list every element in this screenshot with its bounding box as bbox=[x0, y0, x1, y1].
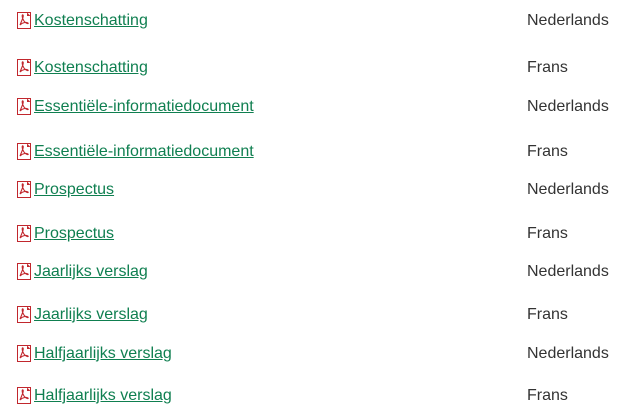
document-language: Nederlands bbox=[527, 98, 609, 115]
document-link-wrap: Kostenschatting bbox=[0, 8, 148, 34]
document-language: Nederlands bbox=[527, 181, 609, 198]
document-row: Essentiële-informatiedocument Nederlands bbox=[0, 94, 638, 120]
pdf-icon[interactable] bbox=[17, 306, 33, 324]
document-row: Prospectus Nederlands bbox=[0, 177, 638, 203]
document-link-wrap: Prospectus bbox=[0, 177, 114, 203]
document-link[interactable]: Essentiële-informatiedocument bbox=[34, 94, 254, 120]
document-row: Halfjaarlijks verslag Nederlands bbox=[0, 341, 638, 367]
pdf-icon[interactable] bbox=[17, 263, 33, 281]
document-link[interactable]: Prospectus bbox=[34, 221, 114, 247]
document-language: Frans bbox=[527, 143, 568, 160]
document-link[interactable]: Jaarlijks verslag bbox=[34, 259, 148, 285]
document-list: Kostenschatting Nederlands Kostenschatti… bbox=[0, 0, 638, 409]
pdf-icon[interactable] bbox=[17, 345, 33, 363]
document-link-wrap: Halfjaarlijks verslag bbox=[0, 341, 172, 367]
document-language: Frans bbox=[527, 59, 568, 76]
document-link-wrap: Jaarlijks verslag bbox=[0, 302, 148, 328]
document-link[interactable]: Halfjaarlijks verslag bbox=[34, 341, 172, 367]
document-row: Halfjaarlijks verslag Frans bbox=[0, 383, 638, 409]
pdf-icon[interactable] bbox=[17, 387, 33, 405]
document-link[interactable]: Kostenschatting bbox=[34, 55, 148, 81]
document-row: Kostenschatting Nederlands bbox=[0, 8, 638, 34]
pdf-icon[interactable] bbox=[17, 225, 33, 243]
document-link-wrap: Halfjaarlijks verslag bbox=[0, 383, 172, 409]
document-link-wrap: Kostenschatting bbox=[0, 55, 148, 81]
document-row: Prospectus Frans bbox=[0, 221, 638, 247]
pdf-icon[interactable] bbox=[17, 12, 33, 30]
document-language: Nederlands bbox=[527, 345, 609, 362]
document-link[interactable]: Essentiële-informatiedocument bbox=[34, 139, 254, 165]
document-link[interactable]: Prospectus bbox=[34, 177, 114, 203]
document-row: Essentiële-informatiedocument Frans bbox=[0, 139, 638, 165]
document-link-wrap: Prospectus bbox=[0, 221, 114, 247]
document-link[interactable]: Halfjaarlijks verslag bbox=[34, 383, 172, 409]
pdf-icon[interactable] bbox=[17, 98, 33, 116]
document-language: Frans bbox=[527, 225, 568, 242]
pdf-icon[interactable] bbox=[17, 143, 33, 161]
document-row: Jaarlijks verslag Frans bbox=[0, 302, 638, 328]
document-link[interactable]: Jaarlijks verslag bbox=[34, 302, 148, 328]
document-link[interactable]: Kostenschatting bbox=[34, 8, 148, 34]
document-link-wrap: Essentiële-informatiedocument bbox=[0, 139, 254, 165]
document-language: Nederlands bbox=[527, 12, 609, 29]
document-language: Frans bbox=[527, 387, 568, 404]
pdf-icon[interactable] bbox=[17, 181, 33, 199]
pdf-icon[interactable] bbox=[17, 59, 33, 77]
document-link-wrap: Jaarlijks verslag bbox=[0, 259, 148, 285]
document-language: Nederlands bbox=[527, 263, 609, 280]
document-language: Frans bbox=[527, 306, 568, 323]
document-row: Jaarlijks verslag Nederlands bbox=[0, 259, 638, 285]
document-row: Kostenschatting Frans bbox=[0, 55, 638, 81]
document-link-wrap: Essentiële-informatiedocument bbox=[0, 94, 254, 120]
